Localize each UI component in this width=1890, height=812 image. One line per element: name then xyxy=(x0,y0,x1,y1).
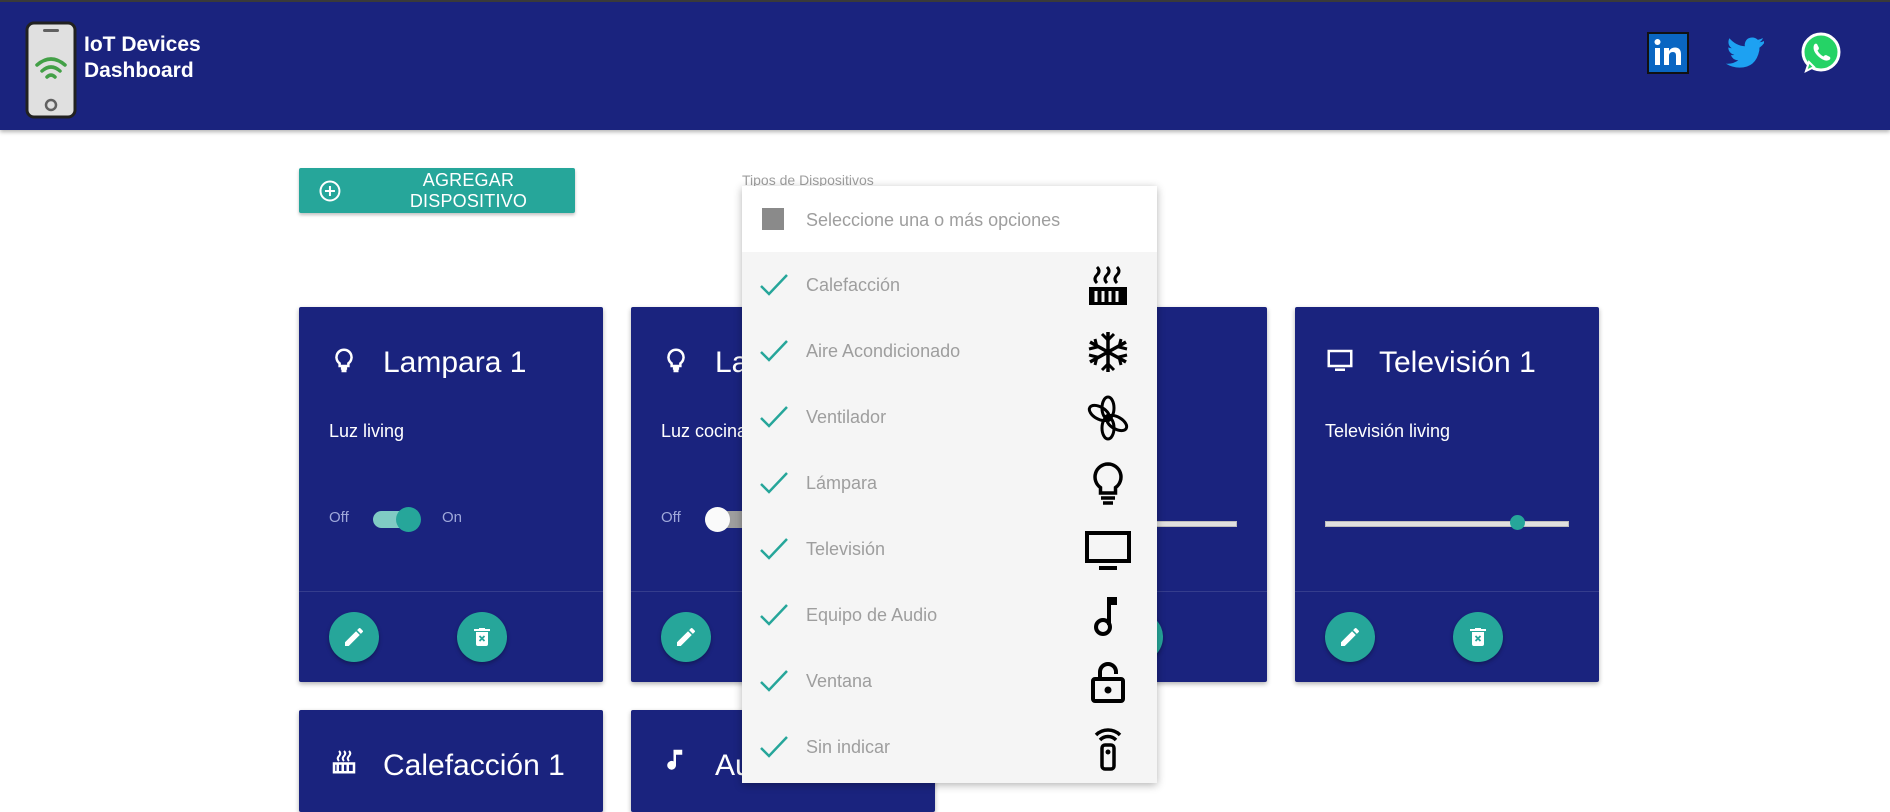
option-label: Equipo de Audio xyxy=(806,605,938,625)
lightbulb-icon xyxy=(335,348,353,373)
card-title: Televisión 1 xyxy=(1379,346,1536,379)
switch-off-label: Off xyxy=(329,509,349,526)
option-label: Sin indicar xyxy=(806,737,891,757)
tv-icon xyxy=(1327,349,1353,371)
card-description: Luz cocina xyxy=(661,421,748,441)
check-icon xyxy=(760,670,788,692)
option-aire-acondicionado[interactable]: Aire Acondicionado xyxy=(742,318,1157,384)
option-label: Aire Acondicionado xyxy=(806,341,961,361)
music-note-icon xyxy=(667,749,683,770)
device-card-lampara-1: Lampara 1 Luz living Off On xyxy=(299,307,603,682)
linkedin-icon[interactable] xyxy=(1647,32,1689,74)
slider-track[interactable] xyxy=(1153,521,1237,527)
device-type-dropdown[interactable]: Seleccione una o más opciones Calefacció… xyxy=(742,186,1157,783)
checkbox-indeterminate[interactable] xyxy=(762,208,784,230)
card-title: Lampara 1 xyxy=(383,346,527,379)
device-card-calefaccion-1: Calefacción 1 xyxy=(299,710,603,812)
pencil-icon xyxy=(1341,627,1359,646)
whatsapp-icon[interactable] xyxy=(1800,32,1842,74)
option-television[interactable]: Televisión xyxy=(742,516,1157,582)
lightbulb-icon xyxy=(667,348,685,373)
card-description: Televisión living xyxy=(1325,421,1451,441)
brand-line-1: IoT Devices xyxy=(84,33,201,56)
app-header: IoT Devices Dashboard xyxy=(0,0,1890,130)
option-ventana[interactable]: Ventana xyxy=(742,648,1157,714)
edit-button[interactable] xyxy=(1325,612,1375,662)
delete-button[interactable] xyxy=(457,612,507,662)
switch-off-label: Off xyxy=(661,509,681,526)
check-icon xyxy=(760,736,788,758)
option-sin-indicar[interactable]: Sin indicar xyxy=(742,714,1157,780)
slider-track[interactable] xyxy=(1325,521,1569,527)
add-circle-icon xyxy=(319,180,341,201)
tv-icon xyxy=(1085,531,1131,570)
music-note-icon xyxy=(1094,597,1117,636)
option-label: Ventana xyxy=(806,671,873,691)
option-equipo-de-audio[interactable]: Equipo de Audio xyxy=(742,582,1157,648)
switch-on-label: On xyxy=(442,509,463,526)
option-label: Lámpara xyxy=(806,473,878,493)
trash-icon xyxy=(1470,628,1486,646)
heater-icon xyxy=(332,750,356,774)
option-calefaccion[interactable]: Calefacción xyxy=(742,252,1157,318)
lock-open-icon xyxy=(1091,662,1125,703)
option-ventilador[interactable]: Ventilador xyxy=(742,384,1157,450)
twitter-icon[interactable] xyxy=(1724,32,1766,74)
device-card-television-1: Televisión 1 Televisión living xyxy=(1295,307,1599,682)
check-icon xyxy=(760,406,788,428)
brand-title: IoT Devices Dashboard xyxy=(84,32,201,84)
check-icon xyxy=(760,340,788,362)
brand-line-2: Dashboard xyxy=(84,59,194,82)
option-label: Ventilador xyxy=(806,407,887,427)
check-icon xyxy=(760,472,788,494)
card-divider xyxy=(299,591,603,592)
edit-button[interactable] xyxy=(329,612,379,662)
check-icon xyxy=(760,538,788,560)
select-all-option[interactable]: Seleccione una o más opciones xyxy=(742,186,1157,252)
trash-icon xyxy=(474,628,490,646)
slider-thumb[interactable] xyxy=(1510,515,1525,530)
option-label: Televisión xyxy=(806,539,886,559)
option-lampara[interactable]: Lámpara xyxy=(742,450,1157,516)
check-icon xyxy=(760,604,788,626)
add-device-button[interactable]: AGREGAR DISPOSITIVO xyxy=(299,168,575,213)
card-title: Calefacción 1 xyxy=(383,749,565,782)
add-device-label: AGREGAR DISPOSITIVO xyxy=(409,169,528,211)
switch-knob[interactable] xyxy=(705,507,730,532)
phone-wifi-logo-icon xyxy=(25,21,77,119)
check-icon xyxy=(760,274,788,296)
pencil-icon xyxy=(677,627,695,646)
remote-icon xyxy=(1094,728,1122,771)
dropdown-placeholder: Seleccione una o más opciones xyxy=(806,210,1061,230)
snowflake-icon xyxy=(1088,332,1128,372)
delete-button[interactable] xyxy=(1453,612,1503,662)
fan-icon xyxy=(1087,395,1129,441)
lightbulb-icon xyxy=(1093,462,1123,505)
card-divider xyxy=(1295,591,1599,592)
card-description: Luz living xyxy=(329,421,405,441)
heater-icon xyxy=(1089,265,1127,305)
pencil-icon xyxy=(345,627,363,646)
switch-knob[interactable] xyxy=(396,507,421,532)
option-label: Calefacción xyxy=(806,275,901,295)
edit-button[interactable] xyxy=(661,612,711,662)
